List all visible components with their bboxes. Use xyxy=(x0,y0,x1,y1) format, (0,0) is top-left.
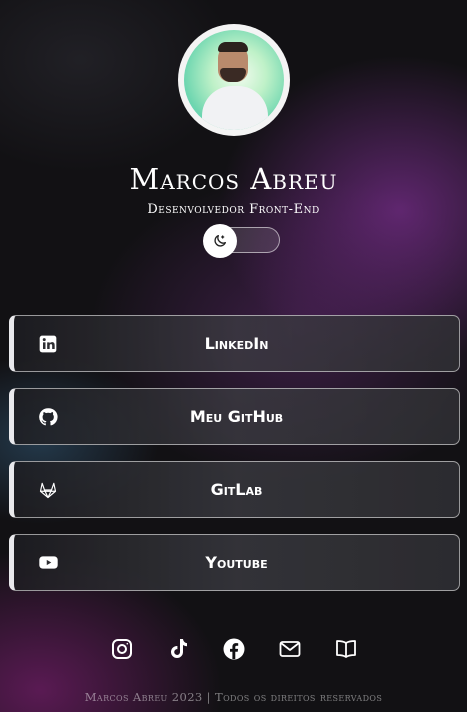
link-label: Meu GitHub xyxy=(189,407,284,426)
youtube-icon xyxy=(36,551,60,575)
theme-toggle[interactable] xyxy=(202,224,280,258)
github-link-button[interactable]: Meu GitHub xyxy=(9,388,460,445)
avatar xyxy=(177,24,290,136)
link-label: Youtube xyxy=(205,553,268,572)
theme-toggle-knob[interactable] xyxy=(202,224,237,258)
avatar-photo xyxy=(183,30,284,130)
moon-icon xyxy=(213,235,226,247)
github-icon xyxy=(36,405,60,429)
link-label: LinkedIn xyxy=(204,334,269,353)
instagram-icon[interactable] xyxy=(110,637,134,661)
footer-copyright: Marcos Abreu 2023 | Todos os direitos re… xyxy=(84,690,383,704)
link-list: LinkedIn Meu GitHub GitLab Youtube xyxy=(9,315,460,607)
youtube-link-button[interactable]: Youtube xyxy=(9,534,460,591)
profile-header: Marcos Abreu Desenvolvedor Front-End xyxy=(0,0,467,258)
social-icons-row xyxy=(0,637,467,661)
link-label: GitLab xyxy=(210,480,263,499)
linkedin-icon xyxy=(36,332,60,356)
profile-role: Desenvolvedor Front-End xyxy=(147,202,320,217)
mail-icon[interactable] xyxy=(278,637,302,661)
gitlab-icon xyxy=(36,478,60,502)
gitlab-link-button[interactable]: GitLab xyxy=(9,461,460,518)
linkedin-link-button[interactable]: LinkedIn xyxy=(9,315,460,372)
profile-name: Marcos Abreu xyxy=(129,162,338,196)
facebook-icon[interactable] xyxy=(222,637,246,661)
tiktok-icon[interactable] xyxy=(166,637,190,661)
book-icon[interactable] xyxy=(334,637,358,661)
